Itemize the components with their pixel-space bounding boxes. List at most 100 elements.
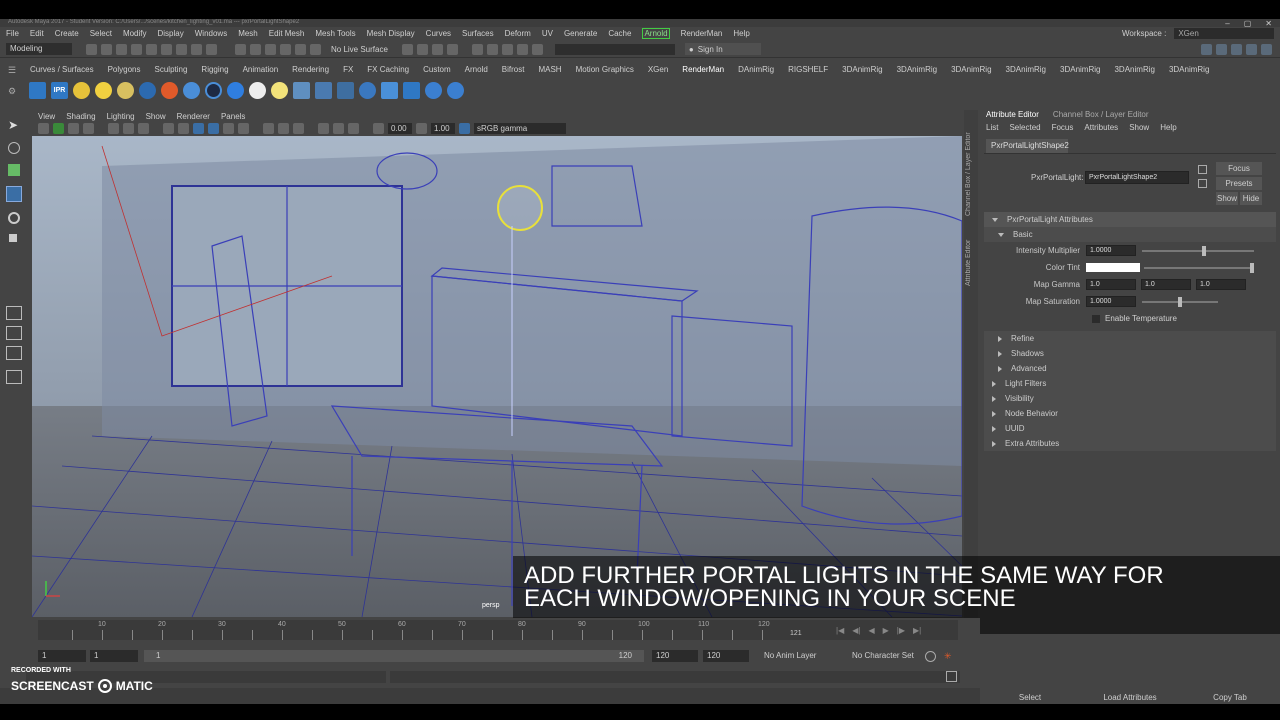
select-button[interactable]: Select	[982, 693, 1078, 702]
grid-toggle-icon[interactable]	[108, 123, 119, 134]
shelf-tab-curves-surfaces-0[interactable]: Curves / Surfaces	[30, 65, 94, 74]
layout-outliner-icon[interactable]	[1231, 43, 1242, 55]
layout-four-pane-icon[interactable]	[6, 326, 22, 340]
shadows-icon[interactable]	[238, 123, 249, 134]
shelf-tab-sculpting-2[interactable]: Sculpting	[155, 65, 188, 74]
section-uuid[interactable]: UUID	[984, 421, 1276, 436]
select-component-icon[interactable]	[191, 43, 202, 55]
layout-four-icon[interactable]	[1216, 43, 1227, 55]
sun-light-icon[interactable]	[95, 81, 112, 99]
presets-button[interactable]: Presets	[1216, 177, 1262, 190]
new-scene-icon[interactable]	[86, 43, 97, 55]
gamma-field-g[interactable]: 1.0	[1141, 279, 1191, 290]
xray-joints-icon[interactable]	[348, 123, 359, 134]
ae-menu-help[interactable]: Help	[1160, 123, 1176, 132]
menu-mesh[interactable]: Mesh	[238, 29, 258, 38]
time-slider[interactable]: 10 20 30 40 50 60 70 80 90 100 110 120 121 |◀ ◀| ◀ …	[0, 618, 980, 646]
hypershade-icon[interactable]	[471, 43, 483, 55]
material-sphere-icon[interactable]	[183, 81, 200, 99]
section-portal-light-attributes[interactable]: PxrPortalLight Attributes	[984, 212, 1276, 227]
menu-display[interactable]: Display	[158, 29, 184, 38]
filter-icon[interactable]	[337, 81, 354, 99]
menu-cache[interactable]: Cache	[608, 29, 631, 38]
menu-curves[interactable]: Curves	[426, 29, 451, 38]
shelf-tab-rigging-3[interactable]: Rigging	[201, 65, 228, 74]
magnet-icon[interactable]	[310, 43, 321, 55]
character-set-dropdown[interactable]: No Character Set	[852, 650, 914, 662]
saturation-slider[interactable]	[1142, 296, 1218, 307]
step-back-icon[interactable]: ◀|	[852, 626, 860, 635]
range-end-field[interactable]: 120	[652, 650, 698, 662]
menu-create[interactable]: Create	[55, 29, 79, 38]
gamma-field[interactable]: 1.00	[431, 123, 455, 134]
viewport-menu-lighting[interactable]: Lighting	[107, 112, 135, 121]
outliner-icon[interactable]	[6, 370, 22, 384]
layout-single-pane-icon[interactable]	[6, 306, 22, 320]
range-start-field[interactable]: 1	[38, 650, 86, 662]
menu-windows[interactable]: Windows	[195, 29, 227, 38]
ae-menu-selected[interactable]: Selected	[1009, 123, 1040, 132]
load-attributes-button[interactable]: Load Attributes	[1078, 693, 1182, 702]
mode-selector[interactable]: Modeling	[6, 43, 72, 55]
intensity-field[interactable]: 1.0000	[1086, 245, 1136, 256]
shelf-tab-bifrost-10[interactable]: Bifrost	[502, 65, 525, 74]
snap-curve-icon[interactable]	[250, 43, 261, 55]
layout-two-pane-icon[interactable]	[6, 346, 22, 360]
shelf-tab-rigshelf-16[interactable]: RIGSHELF	[788, 65, 828, 74]
gamma-icon[interactable]	[416, 123, 427, 134]
menu-uv[interactable]: UV	[542, 29, 553, 38]
layout-channel-icon[interactable]	[1246, 43, 1257, 55]
textured-icon[interactable]	[208, 123, 219, 134]
film-gate-icon[interactable]	[123, 123, 134, 134]
anim-layer-dropdown[interactable]: No Anim Layer	[764, 650, 816, 662]
tab-channel-box[interactable]: Channel Box / Layer Editor	[1053, 110, 1149, 119]
smooth-shade-icon[interactable]	[178, 123, 189, 134]
renderman-icon[interactable]	[531, 43, 543, 55]
color-management-icon[interactable]	[459, 123, 470, 134]
shelf-tab-fx-6[interactable]: FX	[343, 65, 353, 74]
snap-point-icon[interactable]	[265, 43, 276, 55]
shelf-tab-animation-4[interactable]: Animation	[243, 65, 279, 74]
network-icon[interactable]	[447, 81, 464, 99]
exposure-icon[interactable]	[373, 123, 384, 134]
focus-button[interactable]: Focus	[1216, 162, 1262, 175]
star-light-icon[interactable]	[161, 81, 178, 99]
menu-renderman[interactable]: RenderMan	[681, 29, 723, 38]
snap-surface-icon[interactable]	[295, 43, 306, 55]
sphere-light-icon[interactable]	[73, 81, 90, 99]
gamma-field-b[interactable]: 1.0	[1196, 279, 1246, 290]
menu-edit-mesh[interactable]: Edit Mesh	[269, 29, 305, 38]
pick-mask-icon[interactable]	[206, 43, 217, 55]
scale-tool-icon[interactable]	[9, 234, 17, 242]
camera-select-icon[interactable]	[38, 123, 49, 134]
arnold-render-icon[interactable]	[486, 43, 498, 55]
bookmark-icon[interactable]	[68, 123, 79, 134]
menu-modify[interactable]: Modify	[123, 29, 147, 38]
menu-mesh-display[interactable]: Mesh Display	[367, 29, 415, 38]
saturation-field[interactable]: 1.0000	[1086, 296, 1136, 307]
viewport-menu-view[interactable]: View	[38, 112, 55, 121]
shelf-tab-danimrig-15[interactable]: DAnimRig	[738, 65, 774, 74]
character-key-icon[interactable]	[925, 650, 936, 662]
menu-help[interactable]: Help	[733, 29, 749, 38]
presets-icon[interactable]	[1198, 179, 1207, 188]
shelf-tab-fx-caching-7[interactable]: FX Caching	[367, 65, 409, 74]
slider-handle[interactable]	[1178, 296, 1182, 307]
side-tab-attribute-editor[interactable]: Attribute Editor	[965, 222, 972, 286]
render-icon[interactable]	[29, 81, 46, 99]
shelf-tab-3danimrig-21[interactable]: 3DAnimRig	[1060, 65, 1100, 74]
viewport-3d[interactable]: persp	[32, 136, 962, 617]
ae-menu-show[interactable]: Show	[1129, 123, 1149, 132]
shelf-tab-polygons-1[interactable]: Polygons	[108, 65, 141, 74]
shelf-tab-3danimrig-18[interactable]: 3DAnimRig	[897, 65, 937, 74]
exposure-field[interactable]: 0.00	[388, 123, 412, 134]
render-frame-icon[interactable]	[416, 43, 428, 55]
shelf-tab-motion-graphics-12[interactable]: Motion Graphics	[576, 65, 634, 74]
history-icon[interactable]	[401, 43, 413, 55]
play-back-icon[interactable]: ◀	[868, 626, 874, 635]
menu-arnold[interactable]: Arnold	[642, 27, 670, 39]
section-node-behavior[interactable]: Node Behavior	[984, 406, 1276, 421]
input-line-field[interactable]	[554, 43, 675, 55]
image-icon[interactable]	[381, 81, 398, 99]
xray-icon[interactable]	[333, 123, 344, 134]
